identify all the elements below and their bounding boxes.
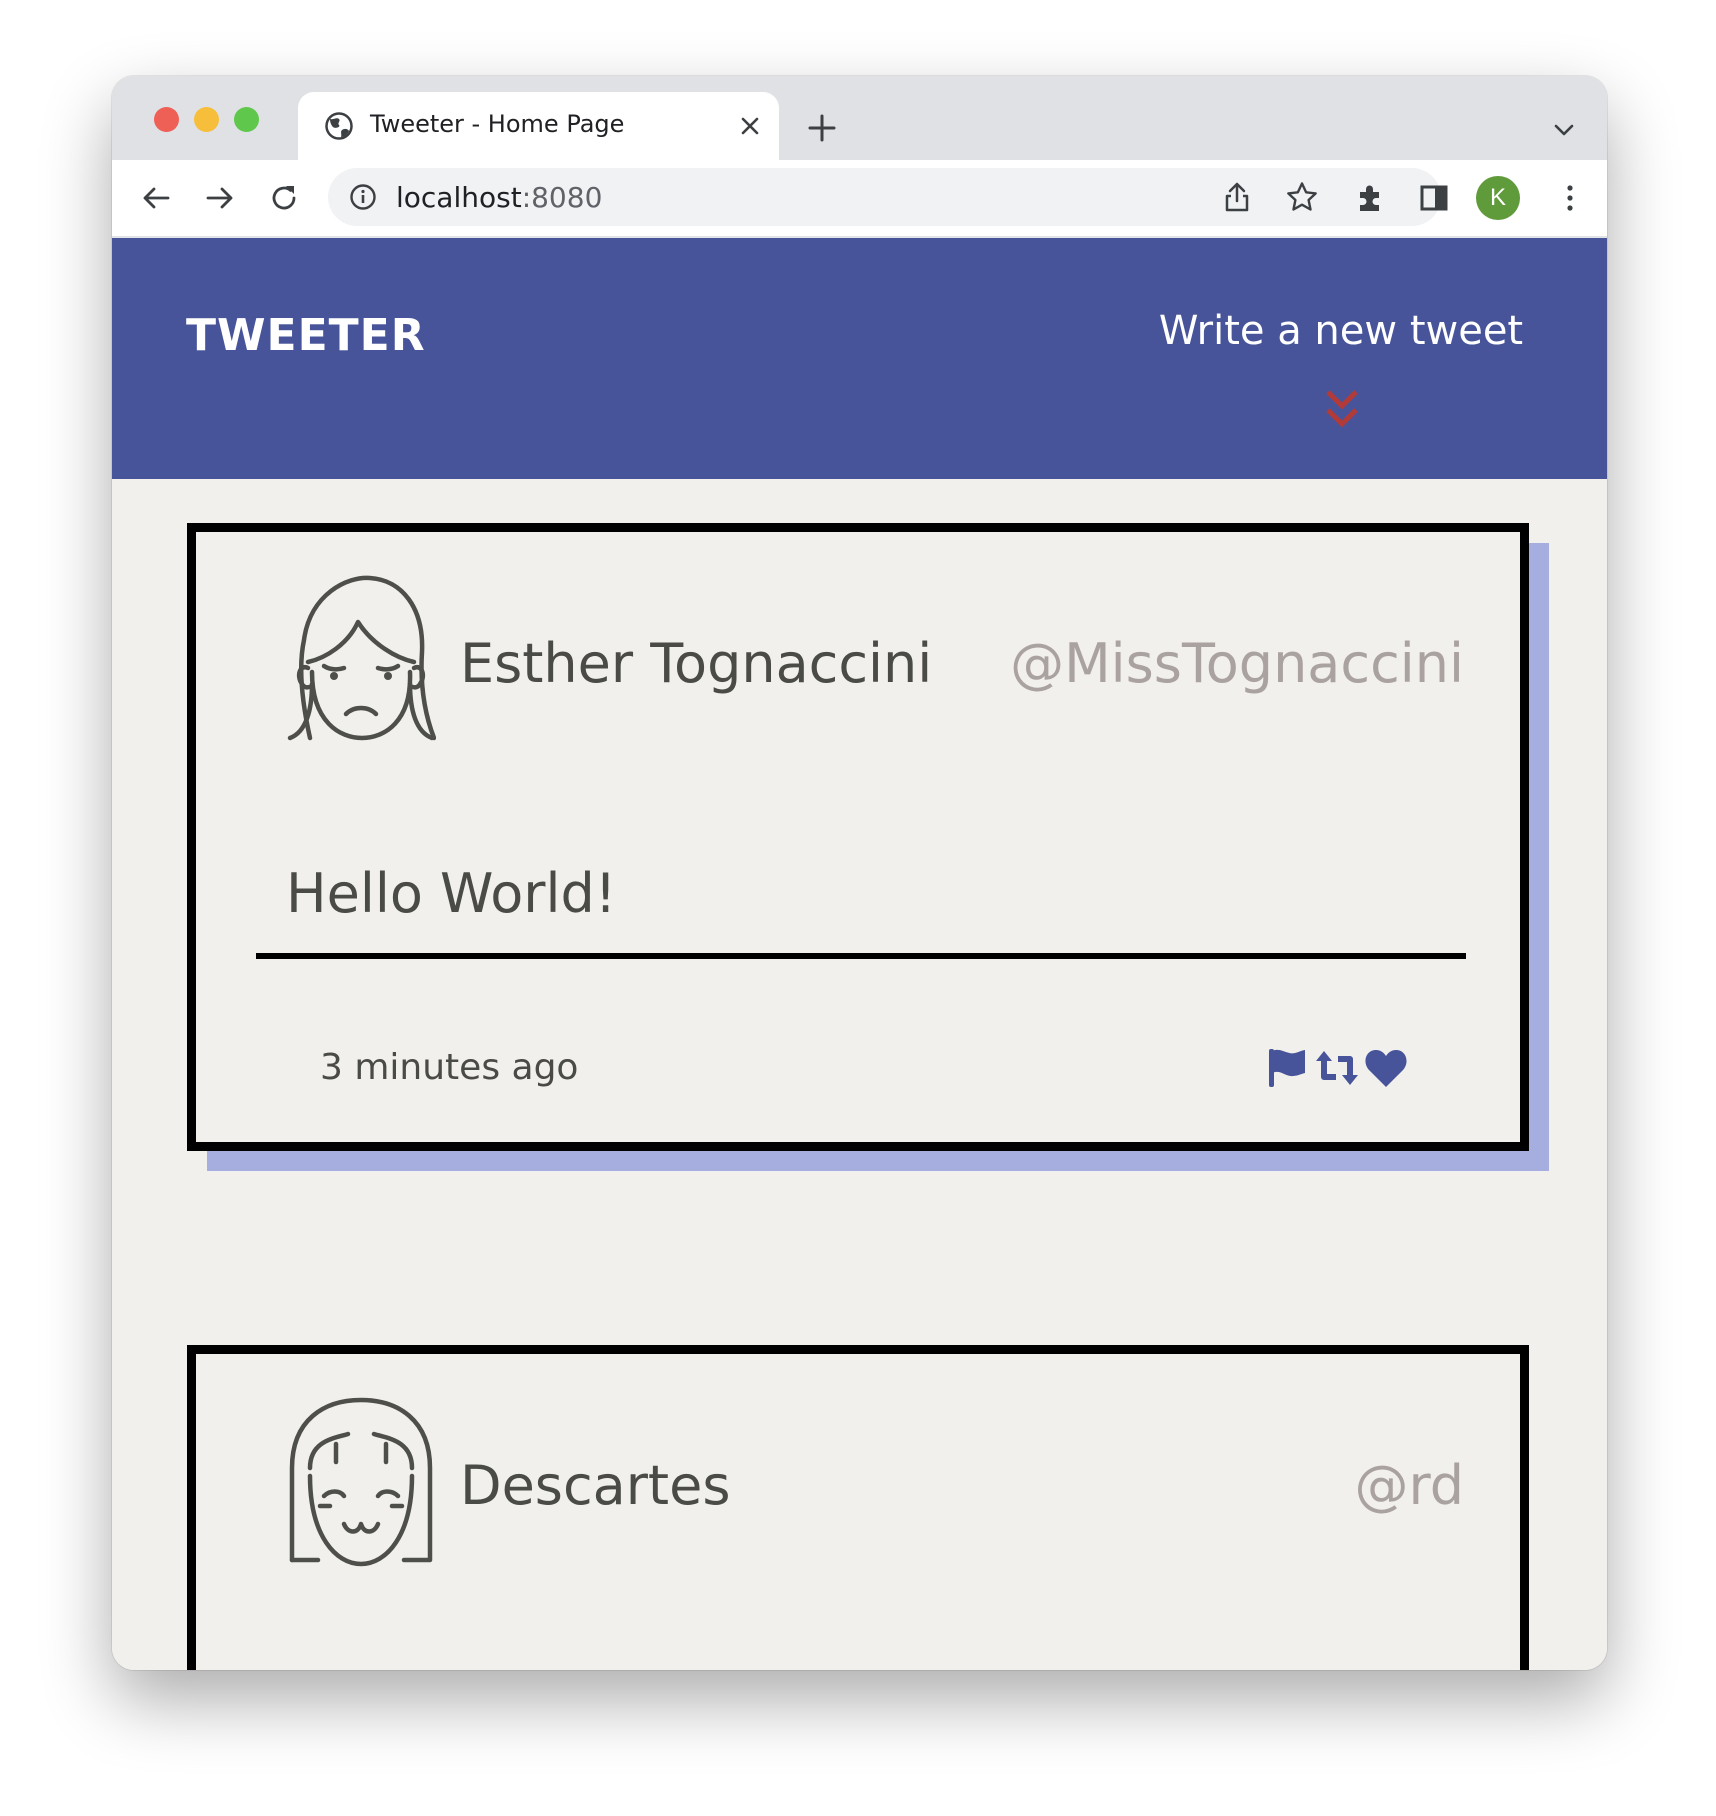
side-panel-icon[interactable] xyxy=(1416,180,1452,216)
brand-logo[interactable]: TWEETER xyxy=(186,310,426,361)
close-tab-icon[interactable] xyxy=(736,112,764,140)
app-header: TWEETER Write a new tweet xyxy=(112,238,1607,479)
tab-strip: Tweeter - Home Page xyxy=(112,76,1607,160)
tweet-author-name[interactable]: Descartes xyxy=(460,1454,730,1517)
profile-avatar[interactable]: K xyxy=(1476,176,1520,220)
tweet-author-name[interactable]: Esther Tognaccini xyxy=(460,632,932,695)
tweet-timestamp: 3 minutes ago xyxy=(320,1047,579,1088)
minimize-window-button[interactable] xyxy=(194,107,219,132)
flag-icon[interactable] xyxy=(1267,1047,1307,1089)
tweet-author-handle[interactable]: @MissTognaccini xyxy=(1010,632,1464,695)
address-bar[interactable]: localhost:8080 xyxy=(328,168,1441,226)
tweet-content: Hello World! xyxy=(286,862,617,925)
retweet-icon[interactable] xyxy=(1314,1047,1360,1089)
bookmark-star-icon[interactable] xyxy=(1285,180,1319,214)
forward-arrow-icon[interactable] xyxy=(202,180,238,216)
more-menu-icon[interactable] xyxy=(1552,180,1588,216)
female-avatar-icon xyxy=(287,575,436,741)
url-text: localhost:8080 xyxy=(396,181,602,214)
browser-tab[interactable]: Tweeter - Home Page xyxy=(298,92,779,160)
back-arrow-icon[interactable] xyxy=(138,180,174,216)
info-icon[interactable] xyxy=(348,182,378,212)
new-tab-icon[interactable] xyxy=(804,110,840,146)
globe-icon xyxy=(325,112,353,140)
chevron-down-icon[interactable] xyxy=(1550,116,1578,144)
heart-icon[interactable] xyxy=(1364,1047,1408,1089)
url-port: :8080 xyxy=(521,181,603,214)
tab-title: Tweeter - Home Page xyxy=(370,110,625,138)
tweet-author-handle[interactable]: @rd xyxy=(1354,1454,1464,1517)
browser-toolbar: localhost:8080 K xyxy=(112,160,1607,238)
tweet-card: Esther Tognaccini @MissTognaccini Hello … xyxy=(187,523,1529,1151)
browser-window: Tweeter - Home Page localhost:8080 K TWE… xyxy=(112,76,1607,1670)
url-host: localhost xyxy=(396,181,522,214)
reload-icon[interactable] xyxy=(266,180,302,216)
write-new-tweet-link[interactable]: Write a new tweet xyxy=(1136,308,1546,354)
maximize-window-button[interactable] xyxy=(234,107,259,132)
close-window-button[interactable] xyxy=(154,107,179,132)
double-chevron-down-icon[interactable] xyxy=(1322,388,1362,432)
web-page: TWEETER Write a new tweet Esther Tognacc… xyxy=(112,238,1607,1670)
tweet-card: Descartes @rd xyxy=(187,1345,1529,1670)
share-icon[interactable] xyxy=(1221,180,1253,214)
girl-avatar-icon xyxy=(289,1397,433,1567)
tweet-divider xyxy=(256,953,1466,959)
extensions-puzzle-icon[interactable] xyxy=(1352,180,1388,216)
